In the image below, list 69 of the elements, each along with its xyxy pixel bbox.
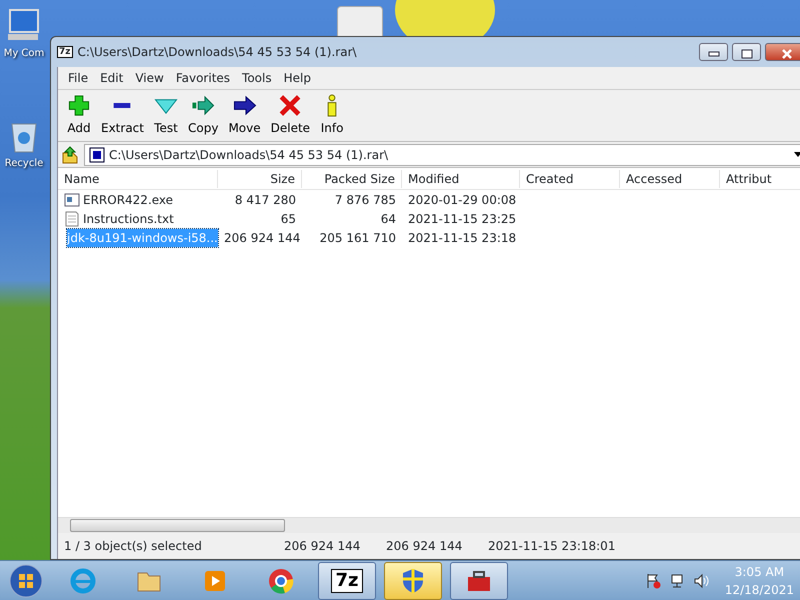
table-cell-text: 2021-11-15 23:25 (407, 210, 518, 228)
column-header[interactable]: Size (218, 170, 302, 188)
close-icon (278, 94, 302, 117)
column-header[interactable]: Accessed (620, 170, 720, 188)
column-header[interactable]: Packed Size (302, 170, 402, 188)
minimize-button[interactable] (699, 43, 728, 61)
table-cell-text: 2021-11-15 23:18 (407, 230, 518, 246)
taskbar-button[interactable]: 7z (318, 562, 376, 600)
column-header[interactable]: Created (520, 170, 620, 188)
status-text: 206 924 144 (283, 538, 362, 555)
scrollbar-thumb[interactable] (70, 519, 285, 532)
menu-item[interactable]: View (129, 69, 170, 87)
up-folder-icon[interactable] (60, 144, 80, 164)
menu-item[interactable]: Edit (94, 69, 130, 87)
table-cell-text: 8 417 280 (234, 192, 297, 208)
close-button[interactable] (765, 43, 800, 61)
toolbar-button[interactable]: Copy (184, 94, 222, 137)
column-header[interactable]: Attribut (720, 170, 800, 188)
table-cell-text: 64 (380, 210, 397, 228)
address-text: C:\Users\Dartz\Downloads\54 45 53 54 (1).rar\ (109, 146, 390, 164)
browser-icon (267, 566, 295, 594)
program-file-icon (64, 192, 80, 208)
toolbar-button[interactable]: Delete (268, 94, 314, 137)
close-icon (781, 48, 793, 59)
desktop-icon-label[interactable]: My Com (4, 46, 44, 61)
table-cell-text: 2020-01-29 00:08 (407, 192, 518, 208)
network-icon[interactable] (668, 572, 685, 588)
taskbar-button[interactable] (384, 562, 442, 600)
column-header[interactable]: Modified (402, 170, 520, 188)
toolbar-button[interactable]: Info (317, 94, 348, 137)
toolbar-button[interactable]: Add (64, 94, 94, 137)
menu-item[interactable]: Favorites (170, 69, 236, 87)
arrow-icon (232, 94, 257, 117)
minimize-icon (708, 50, 720, 57)
file-name[interactable]: Instructions.txt (83, 210, 174, 228)
table-cell-text: 65 (280, 210, 297, 228)
address-field[interactable]: C:\Users\Dartz\Downloads\54 45 53 54 (1).rar\ (84, 144, 800, 166)
table-cell-text: 205 161 710 (318, 230, 397, 246)
taskbar-button[interactable] (450, 562, 508, 600)
status-text: 1 / 3 object(s) selected (63, 538, 203, 555)
app-icon: 7z (57, 46, 73, 58)
status-text: 206 924 144 (385, 538, 464, 555)
desktop-icon-label[interactable]: Recycle (4, 156, 44, 171)
archive-icon (89, 146, 105, 162)
toolbar-button[interactable]: Test (150, 94, 181, 137)
toolbar-button[interactable]: Move (225, 94, 264, 137)
text-file-icon (64, 210, 80, 226)
column-header[interactable]: Name (58, 170, 218, 188)
browser-icon (69, 566, 97, 594)
flag-icon[interactable] (644, 572, 661, 588)
minus-icon (112, 103, 132, 108)
menu-item[interactable]: Tools (236, 69, 278, 87)
toolbar-button[interactable]: Extract (98, 94, 147, 137)
table-cell-text: 7 876 785 (334, 192, 397, 208)
menu-item[interactable]: Help (278, 69, 317, 87)
add-icon (67, 94, 91, 117)
file-name[interactable]: ERROR422.exe (83, 190, 174, 208)
clock-time: 3:05 AM (734, 564, 786, 580)
maximize-icon (740, 48, 752, 59)
volume-icon[interactable] (692, 572, 709, 588)
window-title: C:\Users\Dartz\Downloads\54 45 53 54 (1).rar\ (78, 44, 357, 61)
status-text: 2021-11-15 23:18:01 (487, 538, 616, 555)
dropdown-arrow-icon[interactable] (794, 152, 800, 157)
clock-date: 12/18/2021 (724, 582, 794, 598)
arrow-icon (191, 94, 216, 117)
menu-item[interactable]: File (62, 69, 94, 87)
maximize-button[interactable] (732, 43, 761, 61)
table-cell-text: 206 924 144 (223, 230, 302, 246)
horizontal-scrollbar[interactable] (58, 517, 800, 533)
